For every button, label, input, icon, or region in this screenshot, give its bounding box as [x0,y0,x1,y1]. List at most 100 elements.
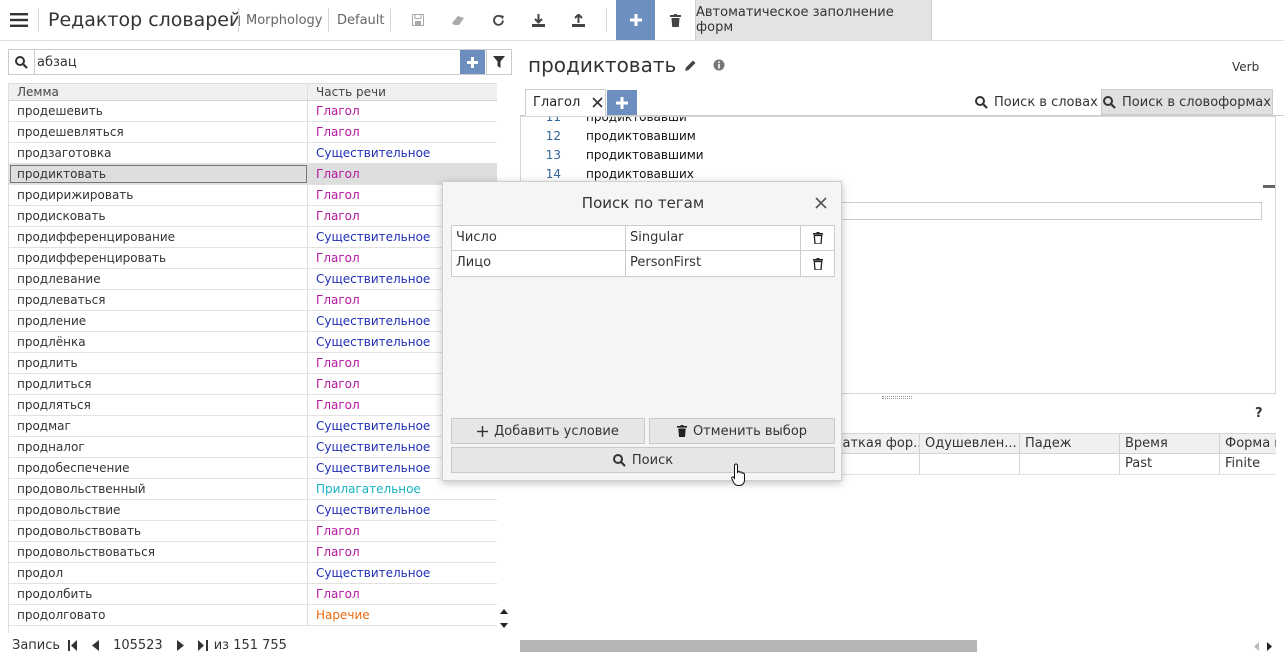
info-icon[interactable] [713,59,725,71]
pos-cell[interactable]: Глагол [308,542,497,562]
pos-cell[interactable]: Глагол [308,521,497,541]
table-row[interactable]: продлевание Существительное [9,269,497,290]
search-button[interactable]: Поиск [451,447,835,473]
lemma-cell[interactable]: продлить [9,353,308,373]
table-row[interactable]: продифференцирование Существительное [9,227,497,248]
eraser-icon[interactable] [443,0,473,40]
column-header-lemma[interactable]: Лемма [9,84,308,100]
menu-icon[interactable] [9,0,29,40]
table-row[interactable]: продовольственный Прилагательное [9,479,497,500]
condition-key[interactable]: Число [452,226,626,250]
grid-cell[interactable] [1020,454,1120,474]
record-number-field[interactable]: 105523 [113,638,163,653]
table-row[interactable]: продмаг Существительное [9,416,497,437]
edit-pencil-icon[interactable] [684,59,697,72]
grid-cell[interactable] [920,454,1020,474]
lemma-cell[interactable]: продолговато [9,605,308,625]
lemma-cell[interactable]: продлеваться [9,290,308,310]
add-condition-button[interactable]: Добавить условие [451,418,645,444]
filter-icon[interactable] [486,50,511,74]
condition-row[interactable]: Число Singular [451,225,835,251]
table-row[interactable]: продолбить Глагол [9,584,497,605]
lemma-cell[interactable]: продналог [9,437,308,457]
lemma-cell[interactable]: продисковать [9,206,308,226]
table-row[interactable]: продиктовать Глагол [9,164,497,185]
search-in-words-button[interactable]: Поиск в словах [975,89,1098,115]
pos-cell[interactable]: Глагол [308,101,497,121]
table-row[interactable]: продналог Существительное [9,437,497,458]
table-row[interactable]: продовольствоваться Глагол [9,542,497,563]
table-row[interactable]: продлиться Глагол [9,374,497,395]
table-row[interactable]: продление Существительное [9,311,497,332]
condition-row[interactable]: Лицо PersonFirst [451,251,835,277]
table-row[interactable]: продешевить Глагол [9,101,497,122]
pos-cell[interactable]: Прилагательное [308,479,497,499]
refresh-icon[interactable] [483,0,513,40]
autofill-forms-button[interactable]: Автоматическое заполнение форм [695,0,932,40]
lemma-cell[interactable]: продешевить [9,101,308,121]
lemma-cell[interactable]: продлёнка [9,332,308,352]
trash-icon[interactable] [660,0,690,40]
horizontal-scrollbar-thumb[interactable] [520,640,977,652]
grid-cell[interactable]: Past [1120,454,1220,474]
search-icon[interactable] [9,50,35,74]
table-row[interactable]: продовольствие Существительное [9,500,497,521]
condition-value[interactable]: Singular [626,226,801,250]
first-record-icon[interactable] [68,639,78,651]
splitter-grip[interactable] [882,396,912,399]
pos-cell[interactable]: Глагол [308,584,497,604]
add-tab-icon[interactable] [607,90,637,115]
grid-header-cell[interactable]: Время [1120,434,1220,453]
lemma-cell[interactable]: продирижировать [9,185,308,205]
lemma-cell[interactable]: продифференцировать [9,248,308,268]
lemma-cell[interactable]: продзаготовка [9,143,308,163]
lemma-cell[interactable]: продовольствие [9,500,308,520]
table-row[interactable]: продол Существительное [9,563,497,584]
help-icon[interactable]: ? [1255,406,1263,421]
pos-cell[interactable]: Существительное [308,563,497,583]
delete-condition-icon[interactable] [801,251,834,276]
lemma-cell[interactable]: продиктовать [9,164,308,184]
table-row[interactable]: продобеспечение Существительное [9,458,497,479]
grid-header-cell[interactable]: Форма г [1220,434,1276,453]
lemma-cell[interactable]: продлиться [9,374,308,394]
table-row[interactable]: продляться Глагол [9,395,497,416]
lemma-cell[interactable]: продобеспечение [9,458,308,478]
pos-cell[interactable]: Глагол [308,122,497,142]
lemma-cell[interactable]: продмаг [9,416,308,436]
breadcrumb-morphology[interactable]: Morphology [246,0,322,40]
download-icon[interactable] [523,0,553,40]
scroll-left-icon[interactable] [1253,642,1261,651]
search-in-wordforms-button[interactable]: Поиск в словоформах [1101,89,1273,115]
editor-inline-input[interactable] [797,202,1262,220]
table-row[interactable]: продифференцировать Глагол [9,248,497,269]
table-row[interactable]: продлеваться Глагол [9,290,497,311]
grid-header-cell[interactable]: Одушевлен... [920,434,1020,453]
pos-cell[interactable]: Наречие [308,605,497,625]
cancel-selection-button[interactable]: Отменить выбор [649,418,835,444]
add-plus-icon[interactable] [616,0,655,40]
last-record-icon[interactable] [197,639,208,651]
tab-verb[interactable]: Глагол [525,89,606,116]
table-row[interactable]: продлёнка Существительное [9,332,497,353]
table-row[interactable]: продисковать Глагол [9,206,497,227]
upload-icon[interactable] [563,0,593,40]
delete-condition-icon[interactable] [801,226,834,250]
pos-cell[interactable]: Существительное [308,143,497,163]
search-input[interactable] [37,50,457,74]
lemma-cell[interactable]: продовольствоваться [9,542,308,562]
add-lemma-icon[interactable] [460,50,485,74]
lemma-cell[interactable]: продешевляться [9,122,308,142]
lemma-cell[interactable]: продлевание [9,269,308,289]
lemma-cell[interactable]: продовольствовать [9,521,308,541]
scroll-right-icon[interactable] [1266,642,1274,651]
breadcrumb-default[interactable]: Default [337,0,385,40]
close-tab-icon[interactable] [592,97,603,108]
lemma-cell[interactable]: продляться [9,395,308,415]
condition-value[interactable]: PersonFirst [626,251,801,276]
lemma-cell[interactable]: продолбить [9,584,308,604]
lemma-cell[interactable]: продление [9,311,308,331]
grid-header-cell[interactable]: Падеж [1020,434,1120,453]
lemma-cell[interactable]: продол [9,563,308,583]
pos-cell[interactable]: Существительное [308,500,497,520]
